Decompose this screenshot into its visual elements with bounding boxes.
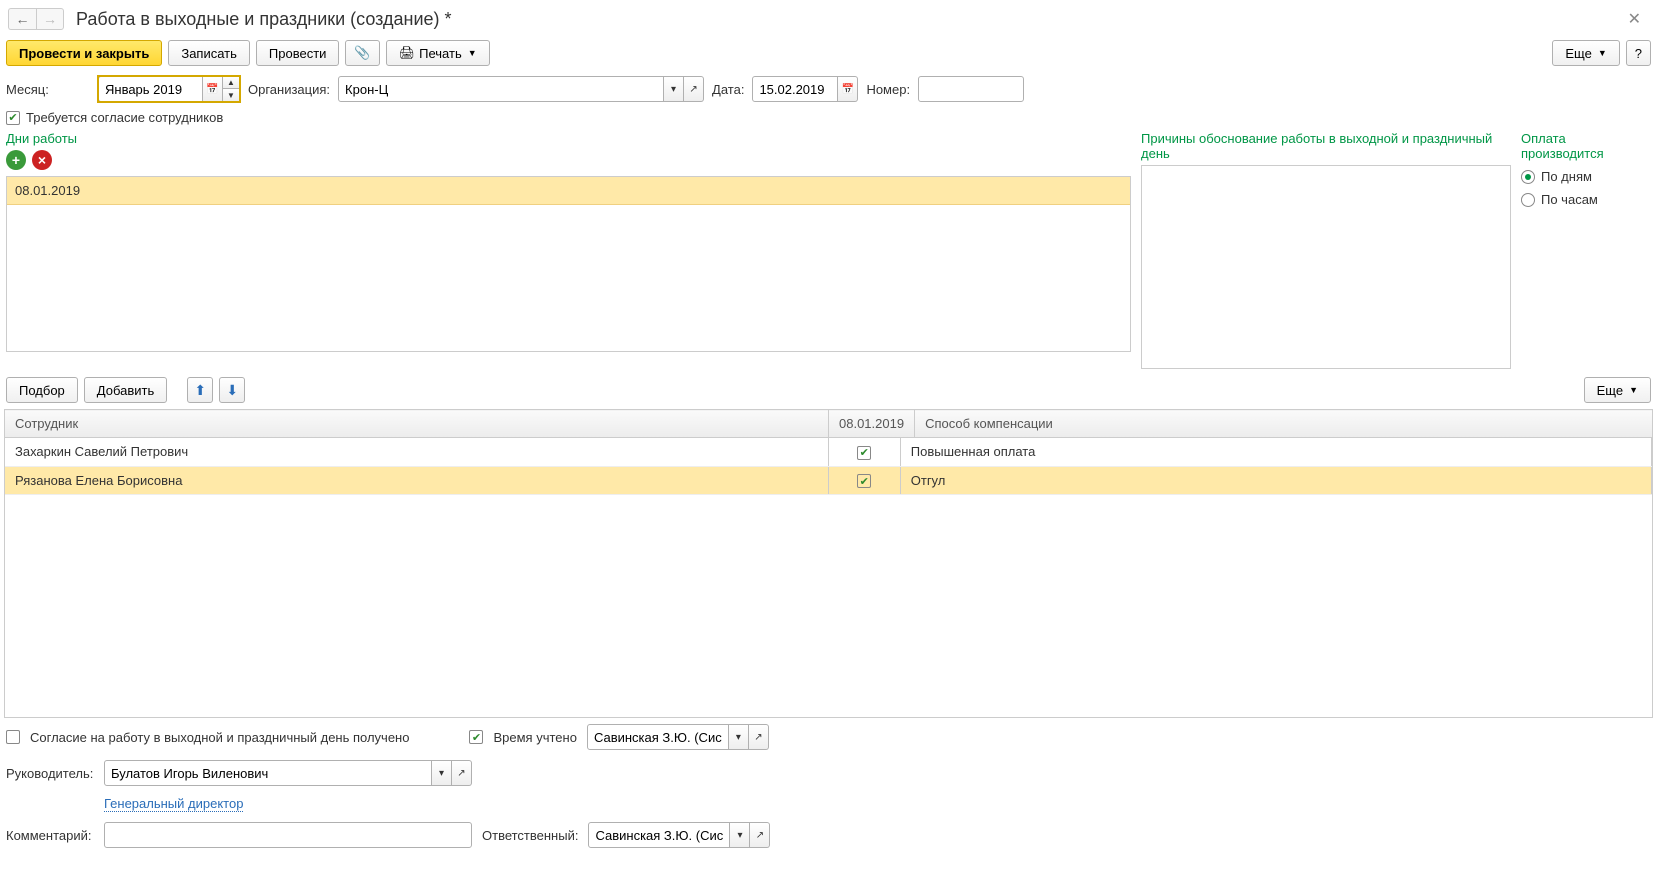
manager-open[interactable]: ↗ — [452, 760, 472, 786]
add-day-button[interactable]: + — [6, 150, 26, 170]
print-button[interactable]: Печать ▼ — [386, 40, 490, 66]
employee-date-cell[interactable] — [828, 438, 900, 466]
col-date[interactable]: 08.01.2019 — [829, 410, 915, 438]
nav-forward-button[interactable]: → — [36, 8, 64, 30]
save-button[interactable]: Записать — [168, 40, 250, 66]
manager-dropdown[interactable]: ▾ — [432, 760, 452, 786]
time-person-input[interactable] — [587, 724, 729, 750]
chevron-down-icon: ▼ — [1598, 48, 1607, 58]
table-row[interactable]: Рязанова Елена Борисовна Отгул — [5, 466, 1652, 495]
time-counted-label: Время учтено — [493, 730, 576, 745]
manager-input[interactable] — [104, 760, 432, 786]
post-button[interactable]: Провести — [256, 40, 340, 66]
consent-required-label: Требуется согласие сотрудников — [26, 110, 223, 125]
date-input-group: 📅 — [752, 76, 858, 102]
radio-icon — [1521, 193, 1535, 207]
spinner-up-icon[interactable]: ▲ — [223, 77, 239, 89]
time-person-open[interactable]: ↗ — [749, 724, 769, 750]
responsible-input-group: ▾ ↗ — [588, 822, 770, 848]
radio-label: По дням — [1541, 169, 1592, 184]
org-open-button[interactable]: ↗ — [684, 76, 704, 102]
day-checkbox[interactable] — [857, 446, 871, 460]
col-employee[interactable]: Сотрудник — [5, 410, 829, 438]
close-icon[interactable]: ✕ — [1620, 9, 1649, 29]
date-label: Дата: — [712, 82, 744, 97]
comment-input-group — [104, 822, 472, 848]
table-row[interactable]: Захаркин Савелий Петрович Повышенная опла… — [5, 438, 1652, 466]
consent-received-checkbox[interactable] — [6, 730, 20, 744]
page-title: Работа в выходные и праздники (создание)… — [76, 9, 1620, 30]
days-list[interactable]: 08.01.2019 — [6, 176, 1131, 352]
comment-input[interactable] — [104, 822, 472, 848]
payment-by-hours-radio[interactable]: По часам — [1521, 192, 1651, 207]
days-title: Дни работы — [6, 131, 1131, 146]
employee-name-cell[interactable]: Рязанова Елена Борисовна — [5, 466, 828, 495]
print-label: Печать — [419, 46, 462, 61]
compensation-cell[interactable]: Отгул — [900, 466, 1651, 495]
printer-icon — [399, 45, 416, 61]
consent-required-checkbox[interactable] — [6, 111, 20, 125]
month-input[interactable] — [98, 76, 203, 102]
more-label: Еще — [1597, 383, 1623, 398]
pick-button[interactable]: Подбор — [6, 377, 78, 403]
more-button[interactable]: Еще ▼ — [1552, 40, 1619, 66]
month-calendar-button[interactable]: 📅 — [203, 76, 223, 102]
radio-icon — [1521, 170, 1535, 184]
date-calendar-button[interactable]: 📅 — [838, 76, 858, 102]
reasons-textarea[interactable] — [1141, 165, 1511, 369]
comment-label: Комментарий: — [6, 828, 94, 843]
consent-received-label: Согласие на работу в выходной и празднич… — [30, 730, 409, 745]
employee-name-cell[interactable]: Захаркин Савелий Петрович — [5, 438, 828, 466]
month-spinner[interactable]: ▲ ▼ — [223, 76, 240, 102]
org-label: Организация: — [248, 82, 330, 97]
org-input[interactable] — [338, 76, 664, 102]
col-compensation[interactable]: Способ компенсации — [915, 410, 1653, 438]
manager-input-group: ▾ ↗ — [104, 760, 472, 786]
org-input-group: ▾ ↗ — [338, 76, 704, 102]
payment-by-days-radio[interactable]: По дням — [1521, 169, 1651, 184]
delete-day-button[interactable]: × — [32, 150, 52, 170]
day-row[interactable]: 08.01.2019 — [7, 177, 1130, 205]
month-label: Месяц: — [6, 82, 90, 97]
employee-more-button[interactable]: Еще ▼ — [1584, 377, 1651, 403]
responsible-label: Ответственный: — [482, 828, 578, 843]
compensation-cell[interactable]: Повышенная оплата — [900, 438, 1651, 466]
chevron-down-icon: ▼ — [1629, 385, 1638, 395]
org-dropdown-button[interactable]: ▾ — [664, 76, 684, 102]
post-and-close-button[interactable]: Провести и закрыть — [6, 40, 162, 66]
paperclip-icon — [354, 45, 370, 61]
number-input-group — [918, 76, 1024, 102]
responsible-input[interactable] — [588, 822, 730, 848]
more-label: Еще — [1565, 46, 1591, 61]
day-checkbox[interactable] — [857, 474, 871, 488]
manager-label: Руководитель: — [6, 766, 94, 781]
responsible-open[interactable]: ↗ — [750, 822, 770, 848]
time-counted-checkbox[interactable] — [469, 730, 483, 744]
move-down-button[interactable]: ⬇ — [219, 377, 245, 403]
number-input[interactable] — [918, 76, 1024, 102]
date-input[interactable] — [752, 76, 838, 102]
help-button[interactable]: ? — [1626, 40, 1651, 66]
time-person-input-group: ▾ ↗ — [587, 724, 769, 750]
chevron-down-icon: ▼ — [468, 48, 477, 58]
employee-table: Сотрудник 08.01.2019 Способ компенсации — [4, 409, 1653, 438]
spinner-down-icon[interactable]: ▼ — [223, 89, 239, 101]
move-up-button[interactable]: ⬆ — [187, 377, 213, 403]
employee-date-cell[interactable] — [828, 466, 900, 495]
attach-button[interactable] — [345, 40, 379, 66]
month-input-group: 📅 ▲ ▼ — [98, 76, 240, 102]
number-label: Номер: — [866, 82, 910, 97]
radio-label: По часам — [1541, 192, 1598, 207]
main-toolbar: Провести и закрыть Записать Провести Печ… — [4, 34, 1653, 72]
add-employee-button[interactable]: Добавить — [84, 377, 167, 403]
payment-title: Оплата производится — [1521, 131, 1651, 161]
responsible-dropdown[interactable]: ▾ — [730, 822, 750, 848]
manager-position-link[interactable]: Генеральный директор — [104, 796, 243, 812]
reasons-title: Причины обоснование работы в выходной и … — [1141, 131, 1511, 161]
time-person-dropdown[interactable]: ▾ — [729, 724, 749, 750]
nav-back-button[interactable]: ← — [8, 8, 36, 30]
